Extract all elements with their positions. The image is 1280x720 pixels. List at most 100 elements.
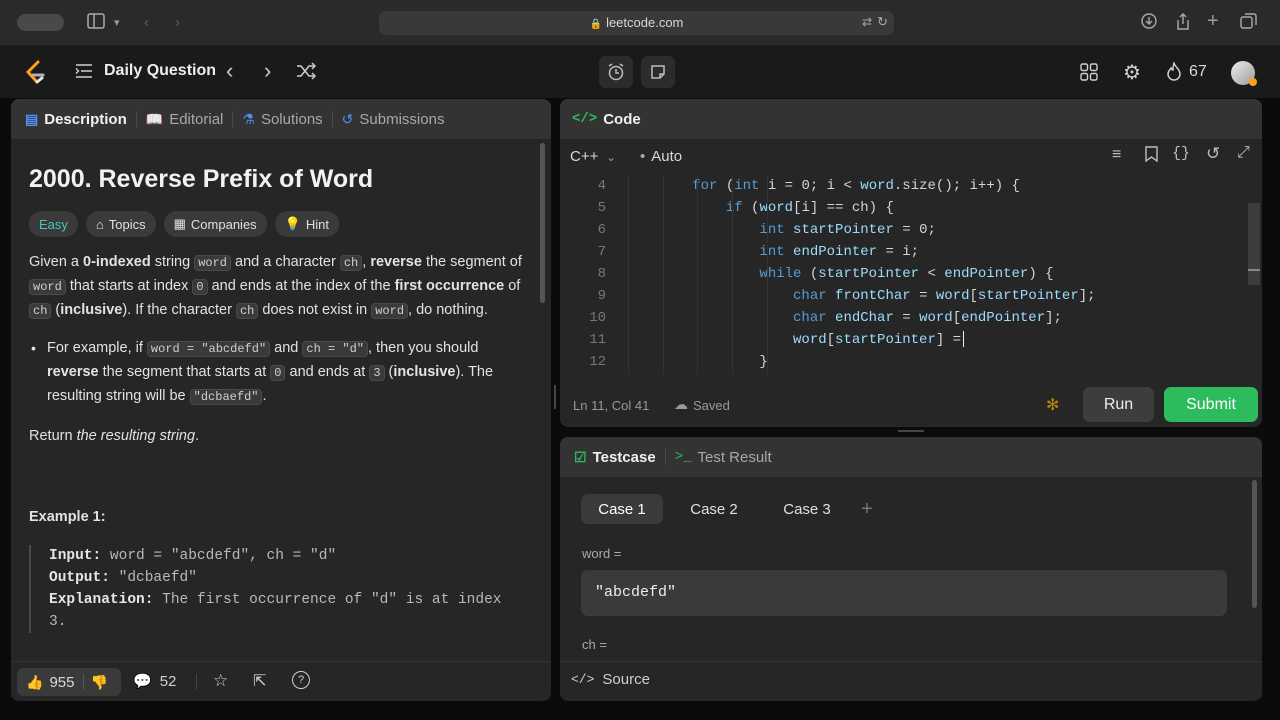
hint-tag[interactable]: 💡 Hint: [274, 211, 339, 237]
submit-button[interactable]: Submit: [1164, 387, 1258, 422]
chevron-down-icon[interactable]: ▾: [114, 13, 120, 33]
checkbox-icon: ☑: [574, 448, 587, 465]
add-case-icon[interactable]: +: [856, 494, 878, 524]
description-content: 2000. Reverse Prefix of Word Easy ⌂ Topic…: [29, 163, 527, 633]
tab-solutions[interactable]: ⚗ Solutions: [242, 111, 322, 128]
indent-guide: [628, 175, 629, 375]
word-input[interactable]: "abcdefd": [581, 570, 1227, 616]
notes-button[interactable]: [641, 56, 675, 88]
format-icon[interactable]: ≡: [1112, 146, 1121, 164]
editor-scrollbar[interactable]: [1248, 203, 1260, 285]
tab-editorial[interactable]: 📖 Editorial: [146, 111, 224, 128]
next-problem-icon[interactable]: ›: [264, 58, 271, 84]
reset-icon[interactable]: ↺: [1206, 144, 1220, 164]
book-icon: 📖: [145, 110, 164, 127]
download-icon[interactable]: [1141, 13, 1157, 35]
streak-flame-icon[interactable]: [1166, 60, 1182, 86]
cursor-position: Ln 11, Col 41: [573, 398, 650, 413]
editor-status-bar: Ln 11, Col 41 ☁ Saved ✻ Run Submit: [560, 386, 1262, 427]
source-button[interactable]: </> Source: [571, 671, 650, 688]
problem-tags: Easy ⌂ Topics ▦ Companies 💡 Hint: [29, 211, 527, 237]
testcase-tabs: ☑ Testcase >_ Test Result: [560, 437, 1262, 477]
run-button[interactable]: Run: [1083, 387, 1154, 422]
tab-submissions[interactable]: ↺ Submissions: [342, 111, 445, 128]
code-line: int startPointer = 0;: [759, 222, 936, 238]
word-label: word =: [582, 546, 622, 561]
settings-gear-icon[interactable]: ⚙: [1123, 60, 1141, 85]
debug-bug-icon[interactable]: ✻: [1046, 395, 1059, 415]
tab-test-result[interactable]: >_ Test Result: [675, 449, 772, 466]
tabs-overview-icon[interactable]: [1240, 13, 1257, 36]
case-3-tab[interactable]: Case 3: [766, 494, 848, 524]
daily-question-title[interactable]: Daily Question: [104, 62, 216, 80]
forward-arrow-icon[interactable]: ›: [175, 13, 180, 33]
fullscreen-icon[interactable]: ⤢: [1237, 144, 1250, 162]
tab-description[interactable]: ▤ Description: [25, 111, 127, 128]
bookmark-icon[interactable]: [1145, 146, 1158, 167]
chevron-down-icon: ⌄: [606, 152, 616, 164]
description-scrollbar[interactable]: [540, 143, 545, 303]
favorite-star-icon[interactable]: ☆: [213, 671, 228, 691]
streak-count: 67: [1189, 63, 1207, 80]
tab-testcase[interactable]: ☑ Testcase: [574, 449, 656, 466]
translate-icon[interactable]: ⇄: [862, 15, 872, 29]
share-external-icon[interactable]: ⇱: [253, 671, 266, 691]
cloud-icon: ☁: [674, 396, 688, 412]
address-bar[interactable]: 🔒 leetcode.com ⇄ ↻: [379, 11, 894, 35]
line-number: 9: [597, 288, 606, 304]
problem-title[interactable]: 2000. Reverse Prefix of Word: [29, 163, 527, 195]
horizontal-resize-handle[interactable]: [898, 430, 924, 432]
testcase-scrollbar[interactable]: [1252, 480, 1257, 608]
leetcode-logo[interactable]: [24, 60, 46, 91]
thumbs-up-icon[interactable]: 👍: [26, 674, 43, 691]
curly-braces-icon[interactable]: {}: [1172, 145, 1190, 162]
indent-guide: [732, 175, 733, 375]
auto-mode[interactable]: • Auto: [640, 148, 682, 165]
back-arrow-icon[interactable]: ‹: [144, 13, 149, 33]
layout-grid-icon[interactable]: [1080, 63, 1098, 86]
code-title: Code: [603, 110, 641, 128]
reload-icon[interactable]: ↻: [877, 14, 888, 30]
share-icon[interactable]: [1175, 13, 1191, 37]
comment-count: 52: [159, 672, 177, 690]
code-line: if (word[i] == ch) {: [725, 200, 894, 216]
indent-guide: [697, 175, 698, 375]
tag-icon: ⌂: [95, 216, 104, 232]
building-icon: ▦: [173, 216, 186, 231]
language-select[interactable]: C++ ⌄: [570, 148, 616, 165]
code-line: char endChar = word[endPointer];: [793, 310, 1062, 326]
description-doc-icon: ▤: [25, 110, 39, 127]
notification-dot: [1249, 78, 1257, 86]
flask-icon: ⚗: [242, 110, 255, 127]
window-controls[interactable]: [17, 14, 64, 31]
bullet-dot: •: [31, 340, 36, 356]
companies-tag[interactable]: ▦ Companies: [163, 211, 267, 237]
avatar[interactable]: [1231, 61, 1257, 86]
line-number: 11: [589, 332, 606, 348]
new-tab-icon[interactable]: +: [1207, 11, 1219, 31]
sidebar-toggle-icon[interactable]: [87, 13, 105, 35]
line-number: 10: [589, 310, 606, 326]
example1-block: Input: word = "abcdefd", ch = "d" Output…: [29, 545, 527, 633]
url-text: leetcode.com: [606, 15, 684, 30]
indent-guide: [767, 175, 768, 375]
problem-list-icon[interactable]: [75, 63, 93, 84]
shuffle-icon[interactable]: [296, 62, 317, 85]
topics-tag[interactable]: ⌂ Topics: [85, 211, 156, 237]
line-number: 5: [597, 200, 606, 216]
comments-button[interactable]: 💬 52: [133, 672, 177, 691]
help-question-icon[interactable]: ?: [292, 671, 310, 689]
testcase-footer: </> Source: [560, 661, 1262, 701]
case-2-tab[interactable]: Case 2: [673, 494, 755, 524]
text-cursor: [963, 331, 965, 348]
comment-icon: 💬: [133, 673, 152, 690]
code-editor[interactable]: 4 for (int i = 0; i < word.size(); i++) …: [560, 175, 1250, 375]
saved-status: Saved: [693, 398, 730, 413]
vertical-resize-handle[interactable]: [554, 385, 556, 409]
thumbs-down-icon[interactable]: 👎: [90, 674, 107, 691]
line-number: 4: [597, 178, 606, 194]
case-1-tab[interactable]: Case 1: [581, 494, 663, 524]
description-footer: 👍 955 👎 💬 52 ☆ ⇱ ?: [11, 661, 551, 701]
prev-problem-icon[interactable]: ‹: [226, 58, 233, 84]
timer-button[interactable]: [599, 56, 633, 88]
